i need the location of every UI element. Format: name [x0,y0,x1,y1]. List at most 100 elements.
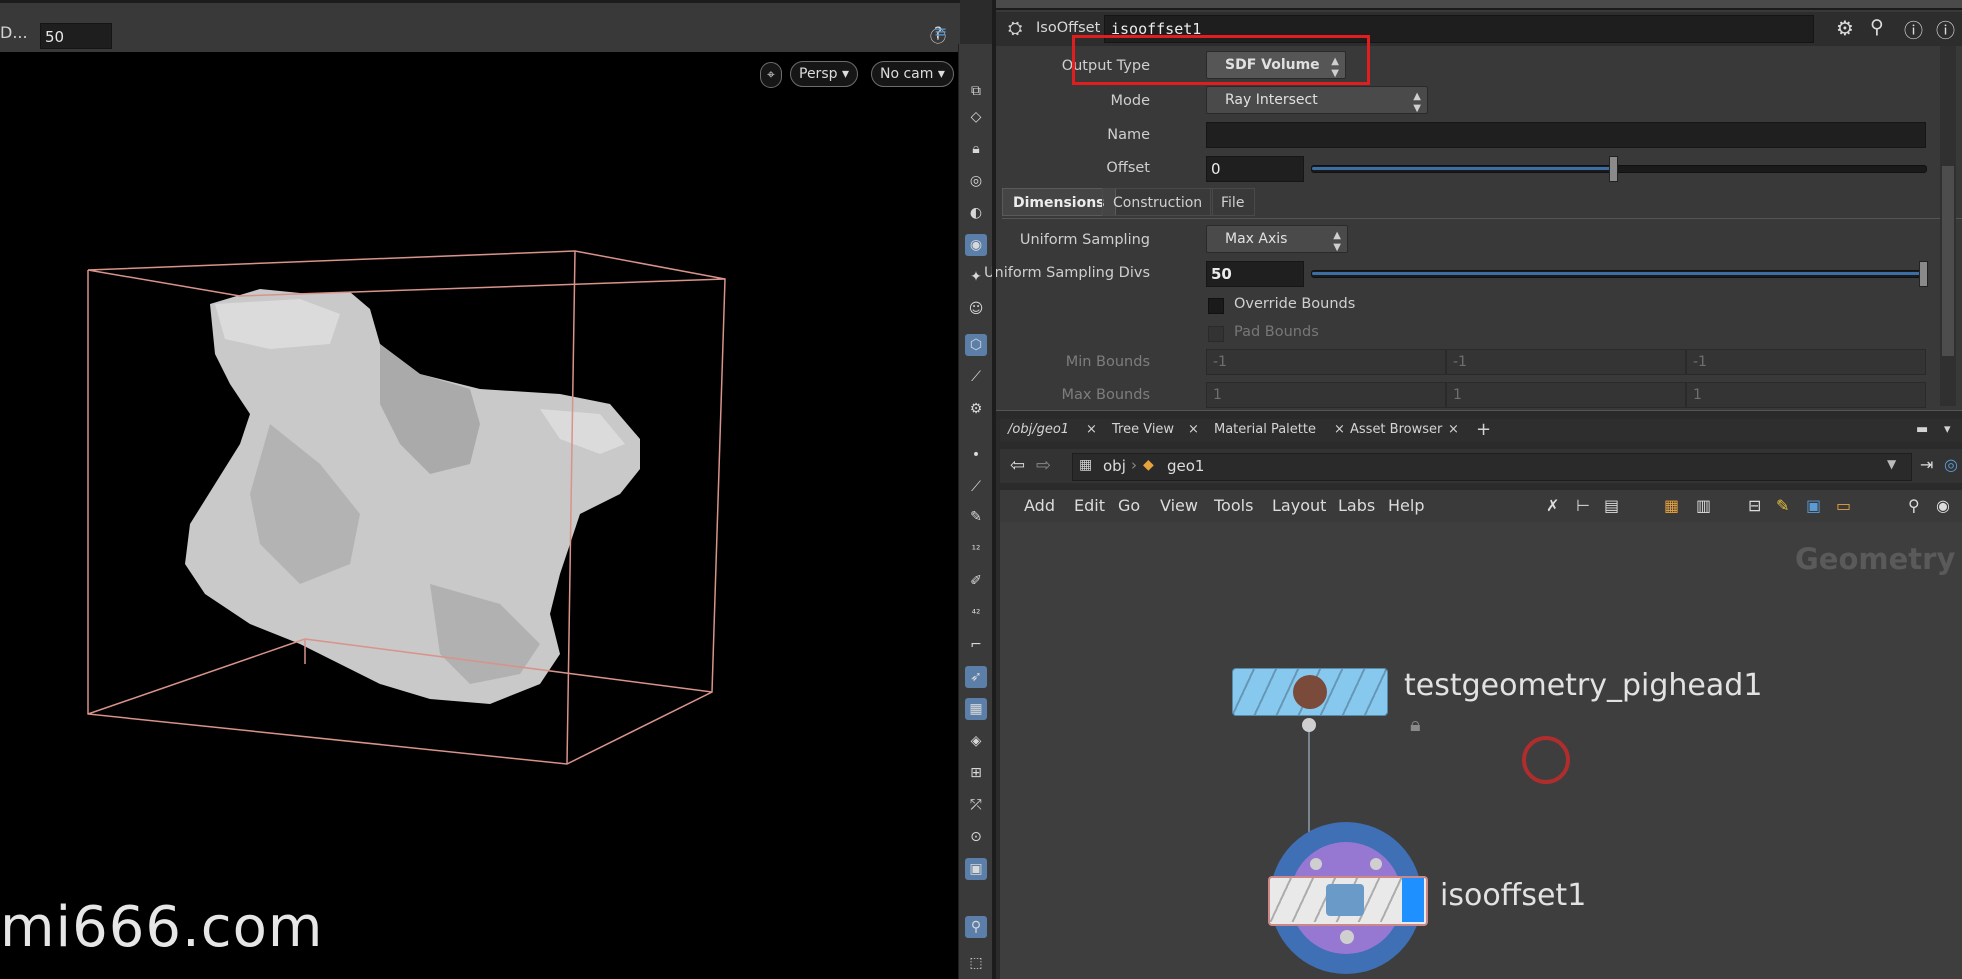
scrollbar-thumb[interactable] [1942,166,1954,356]
grid-icon[interactable]: ▦ [1664,496,1679,515]
ghost-icon[interactable]: ☺ [965,298,987,320]
max-bounds-y[interactable]: 1 [1446,382,1686,408]
max-bounds-x[interactable]: 1 [1206,382,1446,408]
min-bounds-y[interactable]: -1 [1446,349,1686,375]
prim-number-icon[interactable]: ⁴² [965,602,987,624]
axis-icon[interactable]: ⤱ [965,794,987,816]
menu-labs[interactable]: Labs [1338,496,1375,515]
tree-icon[interactable]: ⊢ [1576,496,1590,515]
table-icon[interactable]: ▥ [1696,496,1711,515]
path-segment-geo1[interactable]: geo1 [1167,457,1204,475]
lock-icon[interactable]: 🔒︎ [1410,712,1421,736]
extra-icon[interactable]: ⬚ [965,952,987,974]
node-output-port[interactable] [1302,718,1316,732]
back-arrow-icon[interactable]: ⇦ [1010,455,1025,476]
tab-file[interactable]: File [1210,188,1256,216]
min-bounds-x[interactable]: -1 [1206,349,1446,375]
circle-dot-icon[interactable]: ⊙ [965,826,987,848]
pin-icon[interactable]: ⚲ [965,916,987,938]
scene-viewport[interactable]: D... 50 ⓘ ? ☰ ≡ ⌖ Persp ▾ No cam ▾ mi666… [0,0,960,979]
min-bounds-z[interactable]: -1 [1686,349,1926,375]
image-icon[interactable]: ▣ [1806,496,1821,515]
note-icon[interactable]: ✎ [1776,496,1789,515]
normals-icon[interactable]: ➶ [965,666,987,688]
close-icon[interactable]: × [1448,418,1459,442]
param-scrollbar[interactable] [1940,46,1956,406]
uv-icon[interactable]: ⊞ [965,762,987,784]
menu-edit[interactable]: Edit [1074,496,1105,515]
node-input-port[interactable] [1370,858,1382,870]
pencil-icon[interactable]: ✎ [965,506,987,528]
divs-slider-handle[interactable] [1919,261,1928,287]
node-testgeometry-pighead[interactable] [1232,668,1388,716]
pane-divider-horizontal[interactable] [996,410,1962,419]
tab-dimensions[interactable]: Dimensions [1002,188,1116,216]
divs-slider[interactable] [1311,270,1927,278]
edge-icon[interactable]: ⟋ [965,476,987,498]
network-canvas[interactable]: Geometry testgeometry_pighead1 🔒︎ isooff… [1000,522,1962,979]
node-output-port[interactable] [1340,930,1354,944]
close-icon[interactable]: × [1334,418,1345,442]
uniform-sampling-dropdown[interactable]: Max Axis ▲ ▼ [1206,225,1348,253]
layout-icon[interactable]: ⊟ [1748,496,1761,515]
measure-icon[interactable]: ⌐ [965,634,987,656]
pane-divider[interactable] [992,0,996,979]
menu-tools[interactable]: Tools [1214,496,1253,515]
vertex-icon[interactable]: ◈ [965,730,987,752]
select-icon[interactable]: ◇ [965,106,987,128]
point-number-icon[interactable]: ¹² [965,538,987,560]
path-dropdown-icon[interactable]: ▼ [1887,457,1896,471]
add-tab-icon[interactable]: + [1476,418,1491,442]
close-icon[interactable]: × [1086,418,1097,442]
menu-layout[interactable]: Layout [1272,496,1326,515]
override-bounds-checkbox[interactable] [1208,298,1224,314]
background-image-icon[interactable]: ▣ [965,858,987,880]
offset-slider-handle[interactable] [1608,156,1618,182]
panel-menu-icon[interactable]: ▾ [1944,418,1951,442]
max-bounds-z[interactable]: 1 [1686,382,1926,408]
uniform-sampling-divs-field[interactable]: 50 [1206,261,1304,287]
gear-icon[interactable]: ⚙ [1836,16,1854,40]
info-icon[interactable]: ⓘ [1904,16,1923,43]
name-field[interactable] [1206,122,1926,148]
link-icon[interactable]: ◎ [1944,455,1958,474]
tab-obj-geo1[interactable]: /obj/geo1 [1008,418,1069,442]
package-icon[interactable]: ▭ [1836,496,1851,515]
pin-icon[interactable]: ⇥ [1920,455,1933,474]
display-options-icon[interactable]: ≡ [934,22,947,41]
node-input-port[interactable] [1310,858,1322,870]
node-label-isooffset[interactable]: isooffset1 [1440,878,1586,913]
wrench-icon[interactable]: ✗ [1546,496,1559,515]
shading-icon[interactable]: ◐ [965,202,987,224]
menu-help[interactable]: Help [1388,496,1424,515]
node-label-testgeometry[interactable]: testgeometry_pighead1 [1404,668,1762,703]
menu-add[interactable]: Add [1024,496,1055,515]
tab-construction[interactable]: Construction [1102,188,1214,216]
mode-dropdown[interactable]: Ray Intersect ▲ ▼ [1206,86,1428,114]
display-geometry-icon[interactable]: ⬡ [965,334,987,356]
menu-view[interactable]: View [1160,496,1198,515]
menu-go[interactable]: Go [1118,496,1140,515]
close-icon[interactable]: × [1188,418,1199,442]
search-icon[interactable]: ⚲ [1870,16,1884,38]
point-icon[interactable]: • [965,444,987,466]
node-isooffset[interactable] [1268,876,1428,926]
view-mode-dropdown[interactable]: Persp ▾ [790,61,858,87]
search-icon[interactable]: ⚲ [1908,496,1920,515]
brush-icon[interactable]: ✐ [965,570,987,592]
display-flag[interactable] [1402,878,1424,922]
path-field[interactable]: ▦ obj › ◆ geo1 ▼ [1072,453,1912,481]
tab-asset-browser[interactable]: Asset Browser [1350,418,1442,442]
eye-icon[interactable]: ◉ [1936,496,1950,515]
pad-bounds-checkbox[interactable] [1208,326,1224,342]
tab-tree-view[interactable]: Tree View [1112,418,1174,442]
camera-dropdown[interactable]: No cam ▾ [871,61,954,87]
path-segment-obj[interactable]: obj [1103,457,1126,475]
tab-material-palette[interactable]: Material Palette [1214,418,1316,442]
offset-field[interactable]: 0 [1206,156,1304,182]
viewport-value-field[interactable]: 50 [40,23,112,49]
offset-slider[interactable] [1311,165,1927,173]
view-lock-icon[interactable]: ⌖ [760,62,782,88]
maximize-icon[interactable]: ▬ [1916,418,1928,442]
help-icon[interactable]: ⓘ [1936,16,1955,43]
